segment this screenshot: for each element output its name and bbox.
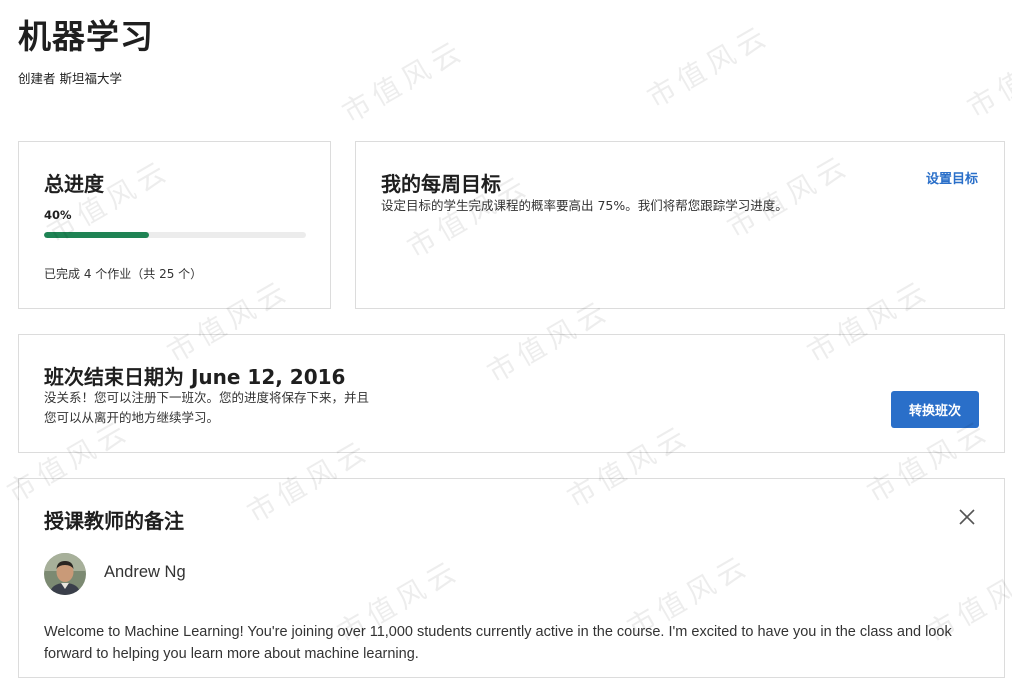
instructor-message: Welcome to Machine Learning! You're join… (44, 624, 952, 662)
instructor-photo (44, 553, 86, 595)
progress-completed-note: 已完成 4 个作业（共 25 个） (44, 267, 203, 281)
instructor-avatar (44, 553, 86, 595)
session-end-title: 班次结束日期为 June 12, 2016 (44, 365, 346, 389)
switch-session-button[interactable]: 转换班次 (891, 391, 979, 428)
session-end-card: 班次结束日期为 June 12, 2016 没关系！您可以注册下一班次。您的进度… (18, 334, 1005, 453)
session-desc-line-1: 没关系！您可以注册下一班次。您的进度将保存下来，并且 (44, 390, 370, 405)
watermark-text: 市值风云 (336, 33, 471, 130)
weekly-goal-card: 我的每周目标 设定目标的学生完成课程的概率要高出 75%。我们将帮您跟踪学习进度… (355, 141, 1005, 309)
course-creator: 创建者 斯坦福大学 (18, 71, 122, 86)
instructor-notes-card: 授课教师的备注 Andrew Ng Welcome to Machine Lea… (18, 478, 1005, 678)
weekly-goal-title: 我的每周目标 (381, 172, 501, 196)
session-end-description: 没关系！您可以注册下一班次。您的进度将保存下来，并且 您可以从离开的地方继续学习… (44, 388, 424, 428)
overall-progress-card: 总进度 40% 已完成 4 个作业（共 25 个） (18, 141, 331, 309)
course-home-page: 机器学习 创建者 斯坦福大学 总进度 40% 已完成 4 个作业（共 25 个）… (0, 0, 1012, 678)
session-desc-line-2: 您可以从离开的地方继续学习。 (44, 410, 220, 425)
instructor-notes-title: 授课教师的备注 (44, 509, 184, 533)
progress-title: 总进度 (44, 172, 104, 196)
progress-bar (44, 232, 306, 238)
course-title: 机器学习 (18, 17, 154, 56)
instructor-name: Andrew Ng (104, 563, 186, 581)
weekly-goal-description: 设定目标的学生完成课程的概率要高出 75%。我们将帮您跟踪学习进度。 (381, 198, 788, 213)
watermark-text: 市值风云 (961, 28, 1012, 125)
set-goal-link[interactable]: 设置目标 (926, 168, 978, 187)
progress-percent: 40% (44, 208, 72, 222)
watermark-text: 市值风云 (641, 18, 776, 115)
progress-bar-fill (44, 232, 149, 238)
close-icon[interactable] (958, 508, 976, 526)
